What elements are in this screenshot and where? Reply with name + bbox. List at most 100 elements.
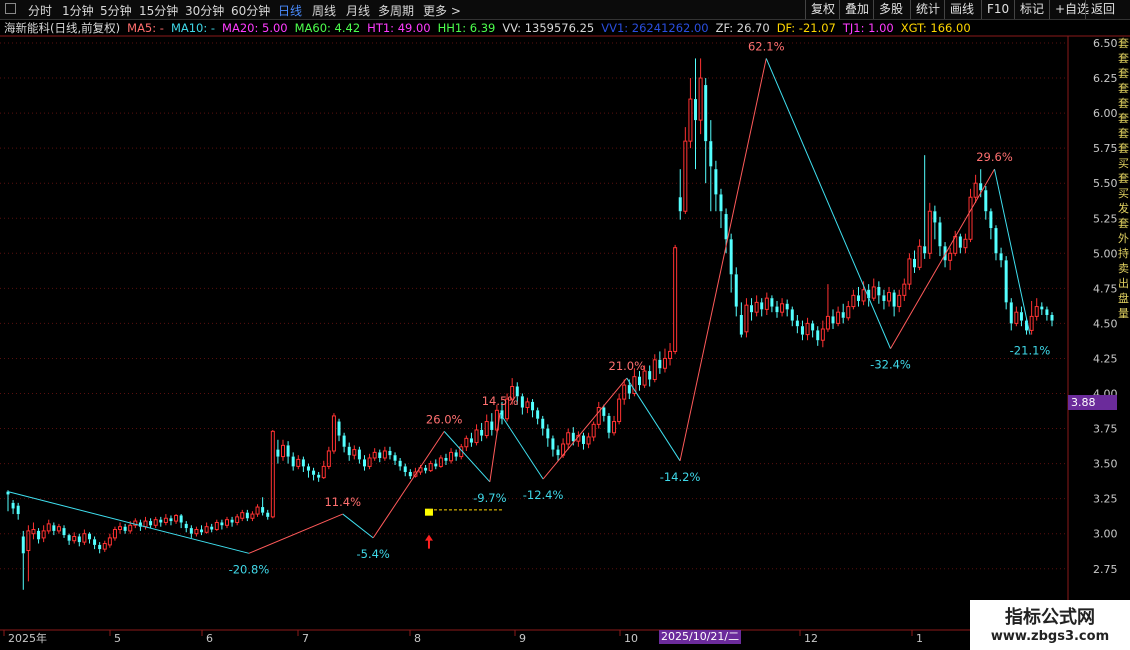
candle xyxy=(764,292,769,315)
candle xyxy=(153,516,158,529)
candle xyxy=(739,302,743,338)
signal-char-1: 套 xyxy=(1118,52,1129,65)
date-tick-3: 7 xyxy=(302,632,309,645)
candle xyxy=(67,533,71,545)
candle xyxy=(194,526,199,537)
candle xyxy=(805,317,810,341)
candle xyxy=(566,428,571,450)
signal-char-12: 套 xyxy=(1118,217,1129,230)
candle xyxy=(72,532,77,544)
candle xyxy=(112,526,117,541)
candle xyxy=(367,453,372,470)
candle xyxy=(770,295,774,313)
candle xyxy=(927,202,932,259)
candle xyxy=(933,205,937,240)
candle xyxy=(800,320,804,341)
candle xyxy=(331,413,336,454)
zigzag-segment xyxy=(7,491,250,554)
candle xyxy=(887,286,892,307)
candle xyxy=(62,525,66,538)
candle xyxy=(133,518,138,529)
candle xyxy=(923,155,927,259)
candle xyxy=(82,529,87,545)
candle xyxy=(357,446,361,464)
candle xyxy=(917,239,922,271)
candle xyxy=(1050,312,1054,327)
zigzag-label-7: 21.0% xyxy=(609,359,646,373)
candle xyxy=(999,247,1003,268)
candle xyxy=(892,289,896,317)
price-tick-1: 6.25 xyxy=(1093,72,1118,85)
zigzag-label-0: -20.8% xyxy=(229,562,270,576)
candle xyxy=(240,509,245,522)
candle xyxy=(449,448,454,464)
candle xyxy=(536,407,540,425)
zigzag-segment xyxy=(499,412,544,480)
candle xyxy=(87,532,91,544)
zigzag-label-6: -12.4% xyxy=(523,488,564,502)
candle xyxy=(831,309,835,330)
candle xyxy=(658,351,662,374)
signal-char-17: 盘 xyxy=(1118,292,1129,305)
candle xyxy=(754,295,759,317)
candle xyxy=(16,502,20,520)
current-price-tag: 3.88 xyxy=(1068,395,1117,410)
candle xyxy=(729,233,733,293)
candle xyxy=(189,525,193,538)
candle xyxy=(719,188,723,229)
candle xyxy=(902,278,907,301)
price-tick-11: 3.75 xyxy=(1093,423,1118,436)
candle xyxy=(1040,302,1044,315)
zigzag-label-12: -21.1% xyxy=(1010,344,1051,358)
candle xyxy=(963,233,968,254)
candle xyxy=(46,519,51,534)
candle xyxy=(683,127,688,215)
candle xyxy=(210,523,214,533)
candle xyxy=(581,432,585,450)
price-tick-15: 2.75 xyxy=(1093,563,1118,576)
right-edge-signals: 套套套套套套套套买套买发套外持卖出盘量 xyxy=(1118,36,1130,626)
candle xyxy=(149,518,153,529)
candle xyxy=(428,460,433,473)
kline-chart[interactable]: 6.50 6.25 6.00 5.75 5.50 5.25 5.00 4.75 4.50 4.25… xyxy=(0,0,1130,650)
candle xyxy=(388,446,392,460)
candle xyxy=(648,365,652,387)
candle xyxy=(795,314,799,334)
candle xyxy=(286,441,290,464)
candle xyxy=(520,393,524,415)
candle xyxy=(454,449,458,461)
candle xyxy=(576,431,581,447)
date-tick-2: 6 xyxy=(206,632,213,645)
candle xyxy=(551,435,555,457)
candle xyxy=(750,298,754,321)
signal-char-13: 外 xyxy=(1118,232,1129,245)
candle xyxy=(312,467,316,481)
candle xyxy=(546,424,550,447)
zigzag-segment xyxy=(372,431,445,539)
signal-char-16: 出 xyxy=(1118,277,1129,290)
zigzag-label-4: -9.7% xyxy=(473,491,506,505)
candle xyxy=(378,449,382,463)
watermark: 指标公式网 www.zbgs3.com xyxy=(970,600,1130,650)
zigzag-label-3: 26.0% xyxy=(426,412,463,426)
candle xyxy=(230,516,234,527)
candle xyxy=(984,186,988,220)
candle xyxy=(668,343,673,366)
candle xyxy=(220,519,224,530)
candle xyxy=(469,432,473,447)
candle xyxy=(77,533,81,547)
candle xyxy=(531,399,535,418)
candle xyxy=(836,306,841,327)
zigzag-segment xyxy=(679,58,767,461)
date-tick-1: 5 xyxy=(114,632,121,645)
date-tick-4: 8 xyxy=(414,632,421,645)
candle xyxy=(673,244,678,355)
candle xyxy=(820,320,825,348)
candle xyxy=(118,522,123,534)
candle xyxy=(612,415,617,436)
candle xyxy=(174,514,179,524)
zigzag-label-9: 62.1% xyxy=(748,39,785,53)
candle xyxy=(342,432,346,453)
candle xyxy=(1029,300,1034,335)
candle xyxy=(347,442,351,461)
